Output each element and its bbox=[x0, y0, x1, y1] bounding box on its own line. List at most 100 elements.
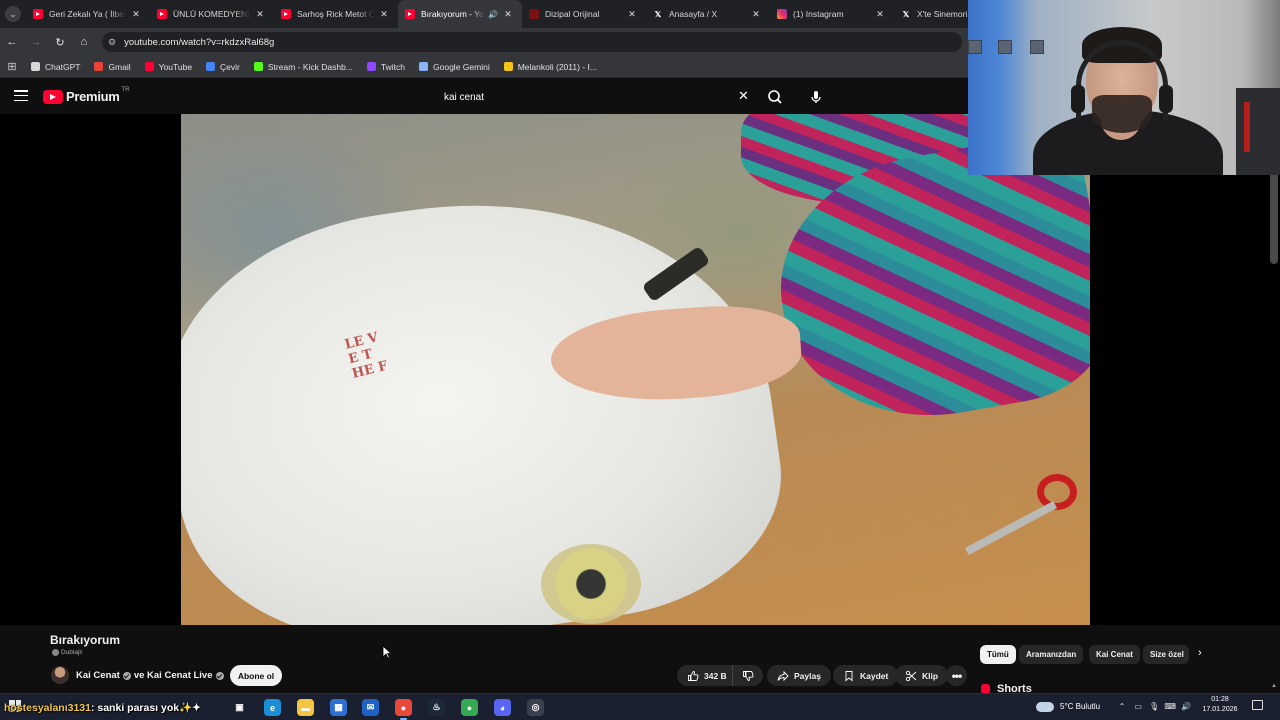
twitch-icon bbox=[366, 62, 376, 71]
weather-text[interactable]: 5°C Bulutlu bbox=[1060, 702, 1100, 711]
chips-next-button[interactable]: › bbox=[1198, 647, 1202, 659]
tab-close-icon[interactable]: ✕ bbox=[378, 9, 390, 20]
channel-info[interactable]: Kai Cenat ve Kai Cenat Live bbox=[76, 670, 227, 681]
more-horizontal-icon: ••• bbox=[951, 668, 963, 683]
voice-search-button[interactable] bbox=[805, 86, 827, 108]
youtube-premium-logo[interactable]: Premium TR bbox=[43, 87, 130, 104]
bookmark-item[interactable]: Gmail bbox=[87, 62, 137, 72]
clear-search-button[interactable]: ✕ bbox=[738, 89, 749, 103]
chevron-down-icon: ⌄ bbox=[5, 6, 21, 22]
channel-collab[interactable]: ve Kai Cenat Live bbox=[134, 670, 213, 681]
bookmark-item[interactable]: Stream - Kick Dashb... bbox=[247, 62, 360, 72]
bookmark-label: YouTube bbox=[158, 61, 193, 72]
tab-close-icon[interactable]: ✕ bbox=[626, 9, 638, 20]
tab-close-icon[interactable]: ✕ bbox=[874, 9, 886, 20]
chevron-right-icon: › bbox=[1198, 647, 1202, 659]
microphone-icon[interactable]: 🎙 bbox=[1148, 701, 1160, 713]
volume-icon[interactable]: 🔊 bbox=[1180, 701, 1192, 713]
tab-close-icon[interactable]: ✕ bbox=[750, 9, 762, 20]
like-button[interactable]: 342 B bbox=[677, 665, 733, 686]
chat-username: hostesyalanı3131 bbox=[4, 702, 91, 714]
browser-tab[interactable]: Sarhoş Rick Metot Oy ✕ bbox=[274, 0, 398, 28]
notification-icon[interactable] bbox=[1252, 700, 1263, 710]
chrome-icon[interactable]: ● bbox=[395, 699, 412, 720]
subscribe-button[interactable]: Abone ol bbox=[230, 665, 282, 686]
bookmark-label: Twitch bbox=[380, 61, 406, 72]
network-icon[interactable]: ⌨ bbox=[1164, 701, 1176, 713]
home-button[interactable]: ⌂ bbox=[72, 28, 96, 56]
browser-tab[interactable]: Geri Zekalı Ya ( İlber O ✕ bbox=[26, 0, 150, 28]
tab-close-icon[interactable]: ✕ bbox=[130, 9, 142, 20]
apps-grid-icon[interactable]: ⊞ bbox=[0, 60, 24, 73]
shelf bbox=[1236, 88, 1280, 175]
bookmark-label: ChatGPT bbox=[45, 61, 81, 72]
browser-tab[interactable]: Dizipal Orijinal ✕ bbox=[522, 0, 646, 28]
steam-icon[interactable]: ♨ bbox=[428, 699, 445, 716]
site-info-icon[interactable]: ⚙ bbox=[108, 37, 116, 48]
search-button[interactable] bbox=[764, 86, 786, 108]
bookmark-item[interactable]: Melankoli (2011) - I... bbox=[497, 62, 604, 72]
save-button[interactable]: Kaydet bbox=[833, 665, 899, 686]
browser-tab[interactable]: (1) Instagram ✕ bbox=[770, 0, 894, 28]
tab-close-icon[interactable]: ✕ bbox=[502, 9, 514, 20]
youtube-icon bbox=[144, 62, 154, 71]
store-icon[interactable]: ▦ bbox=[330, 699, 347, 716]
more-actions-button[interactable]: ••• bbox=[946, 665, 967, 686]
back-button[interactable]: ← bbox=[0, 28, 24, 56]
browser-tab[interactable]: ÜNLÜ KOMEDYENLER ✕ bbox=[150, 0, 274, 28]
scroll-up-arrow-icon[interactable]: ▲ bbox=[1271, 683, 1277, 689]
display-icon[interactable]: ▭ bbox=[1132, 701, 1144, 713]
stream-chat-overlay: hostesyalanı3131: sanki parası yok✨✦ bbox=[4, 701, 201, 714]
tab-audio-icon[interactable]: 🔊 bbox=[488, 10, 498, 19]
video-title: Bırakıyorum bbox=[50, 633, 121, 647]
logo-region: TR bbox=[121, 87, 130, 93]
tab-search-button[interactable]: ⌄ bbox=[0, 0, 26, 28]
reload-button[interactable]: ↻ bbox=[48, 28, 72, 56]
bookmark-item[interactable]: Google Gemini bbox=[412, 62, 497, 72]
chrome-profile-icon[interactable]: ● bbox=[461, 699, 478, 716]
clip-button[interactable]: Klip bbox=[895, 665, 949, 686]
filter-chip[interactable]: Kai Cenat bbox=[1089, 645, 1140, 664]
discord-icon[interactable]: ◕ bbox=[494, 699, 511, 716]
address-bar[interactable]: ⚙ youtube.com/watch?v=rkdzxRal68g bbox=[102, 32, 962, 52]
dubbed-badge: Dublajlı bbox=[52, 649, 83, 656]
channel-avatar[interactable] bbox=[51, 666, 69, 684]
task-view-icon[interactable]: ▣ bbox=[231, 699, 248, 716]
video-frame[interactable]: LE V E T HE F bbox=[181, 114, 1090, 625]
chevron-up-icon[interactable]: ⌃ bbox=[1116, 701, 1128, 713]
mouse-cursor-icon bbox=[382, 645, 392, 659]
bookmark-item[interactable]: YouTube bbox=[138, 62, 199, 72]
edge-icon[interactable]: e bbox=[264, 699, 281, 716]
cloud-icon[interactable] bbox=[1036, 701, 1054, 712]
reload-icon: ↻ bbox=[55, 36, 65, 49]
dizipal-icon bbox=[529, 9, 539, 19]
thumbs-up-icon bbox=[688, 670, 699, 681]
obs-icon[interactable]: ◎ bbox=[527, 699, 544, 716]
guide-menu-button[interactable] bbox=[14, 90, 28, 102]
browser-tab[interactable]: 𝕏 Anasayfa / X ✕ bbox=[646, 0, 770, 28]
filter-chip[interactable]: Size özel bbox=[1143, 645, 1189, 664]
outlook-icon[interactable]: ✉ bbox=[362, 699, 379, 716]
bookmark-item[interactable]: Twitch bbox=[360, 62, 412, 72]
forward-button[interactable]: → bbox=[24, 28, 48, 56]
tab-close-icon[interactable]: ✕ bbox=[254, 9, 266, 20]
video-player[interactable]: LE V E T HE F bbox=[0, 114, 1280, 625]
verified-icon bbox=[122, 671, 131, 680]
kick-icon bbox=[253, 62, 263, 71]
x-icon: 𝕏 bbox=[654, 9, 662, 19]
tab-title: Geri Zekalı Ya ( İlber O bbox=[49, 9, 126, 19]
arrow-left-icon: ← bbox=[6, 36, 18, 48]
bookmark-item[interactable]: Çevir bbox=[199, 62, 247, 72]
file-explorer-icon[interactable]: ▬ bbox=[297, 699, 314, 716]
share-icon bbox=[777, 670, 789, 681]
bookmark-item[interactable]: ChatGPT bbox=[24, 62, 87, 72]
search-input[interactable]: kai cenat bbox=[436, 84, 760, 110]
filter-chip[interactable]: Tümü bbox=[980, 645, 1016, 664]
browser-tab[interactable]: Bırakıyorum - You 🔊 ✕ bbox=[398, 0, 522, 28]
dislike-button[interactable] bbox=[733, 665, 763, 686]
filter-chip[interactable]: Aramanızdan bbox=[1019, 645, 1084, 664]
webcam-overlay bbox=[968, 0, 1280, 175]
taskbar-clock[interactable]: 01:28 17.01.2026 bbox=[1198, 695, 1242, 715]
share-button[interactable]: Paylaş bbox=[767, 665, 831, 686]
channel-name[interactable]: Kai Cenat bbox=[76, 670, 120, 681]
